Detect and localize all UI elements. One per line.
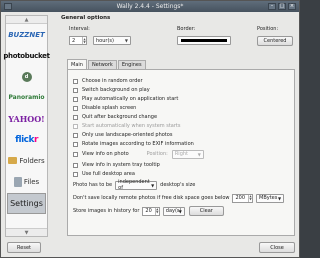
sidebar-settings-label: Settings (10, 199, 43, 208)
chevron-down-icon: ▼ (277, 195, 282, 201)
option-quit-after[interactable]: Quit after background change (73, 113, 157, 121)
history-unit-select[interactable]: day(s) ▼ (162, 206, 185, 216)
checkbox[interactable] (73, 123, 78, 129)
sidebar-scroll-down-icon[interactable]: ▼ (6, 228, 47, 236)
disk-space-unit-select[interactable]: MBytes ▼ (256, 193, 285, 203)
border-color-button[interactable] (177, 36, 231, 45)
option-random-order[interactable]: Choose in random order (73, 77, 143, 85)
chevron-down-icon: ▼ (197, 151, 201, 157)
option-switch-background[interactable]: Switch background on play (73, 86, 150, 94)
option-rotate-exif[interactable]: Rotate images according to EXIF informat… (73, 140, 194, 148)
position-button[interactable]: Centered (257, 36, 293, 46)
maximize-button[interactable]: □ (278, 3, 286, 10)
chevron-down-icon: ▼ (124, 38, 128, 43)
checkbox[interactable] (73, 171, 78, 177)
reset-button[interactable]: Reset (7, 242, 41, 253)
deviantart-logo-icon: d (21, 71, 32, 82)
window-menu-button[interactable] (4, 3, 12, 10)
flickr-logo: flickr (15, 134, 38, 145)
photo-size-row: Photo has to be independent of ▼ desktop'… (73, 179, 196, 191)
disk-space-row: Don't save locally remote photos if free… (73, 193, 285, 203)
history-days-spinner[interactable]: 20 ▲ ▼ (142, 206, 160, 216)
option-view-info[interactable]: View info on photo Position: Right ▼ (73, 149, 204, 159)
minimize-button[interactable]: – (268, 3, 276, 10)
sidebar-scroll-up-icon[interactable]: ▲ (6, 16, 47, 24)
yahoo-logo: YAHOO! (8, 113, 45, 124)
sidebar-item-panoramio[interactable]: Panoramio (6, 87, 47, 108)
title-bar[interactable]: Wally 2.4.4 - Settings* – □ × (1, 1, 299, 12)
option-play-auto[interactable]: Play automatically on application start (73, 95, 178, 103)
option-disable-splash[interactable]: Disable splash screen (73, 104, 136, 112)
panoramio-logo: Panoramio (8, 94, 45, 101)
option-full-desktop[interactable]: Use full desktop area (73, 170, 135, 178)
source-sidebar: ▲ BUZZNET photobucket d Panoramio YAHOO!… (3, 15, 50, 237)
sidebar-item-settings[interactable]: Settings (7, 193, 46, 214)
tab-network[interactable]: Network (87, 60, 117, 69)
sidebar-item-files[interactable]: Files (6, 171, 47, 192)
chevron-down-icon: ▼ (151, 182, 155, 188)
settings-window: Wally 2.4.4 - Settings* – □ × ▲ BUZZNET … (0, 0, 300, 258)
option-landscape-only[interactable]: Only use landscape-oriented photos (73, 131, 172, 139)
sidebar-item-yahoo[interactable]: YAHOO! (6, 108, 47, 129)
interval-label: Interval: (69, 26, 90, 32)
interval-spinner[interactable]: 2 ▲ ▼ (69, 36, 87, 45)
general-options-title: General options (61, 15, 111, 21)
disk-space-spinner[interactable]: 200 ▲ ▼ (232, 193, 254, 203)
main-tab-panel: Choose in random order Switch background… (67, 69, 295, 236)
border-label: Border: (177, 26, 196, 32)
close-window-button[interactable]: × (288, 3, 296, 10)
close-button[interactable]: Close (259, 242, 295, 253)
sidebar-folders-label: Folders (19, 156, 45, 165)
tab-main[interactable]: Main (67, 59, 87, 69)
checkbox[interactable] (73, 87, 78, 93)
chevron-down-icon: ▼ (178, 208, 182, 214)
checkbox[interactable] (73, 96, 78, 102)
files-icon (13, 176, 22, 187)
info-position-label: Position: (146, 151, 168, 157)
photo-size-select[interactable]: independent of ▼ (115, 179, 158, 191)
option-start-auto[interactable]: Start automatically when system starts (73, 122, 181, 130)
checkbox[interactable] (73, 78, 78, 84)
sidebar-item-photobucket[interactable]: photobucket (3, 45, 50, 66)
sidebar-item-buzznet[interactable]: BUZZNET (6, 24, 47, 45)
checkbox[interactable] (73, 141, 78, 147)
folder-icon (8, 157, 18, 164)
spinner-arrows-icon[interactable]: ▲ ▼ (154, 207, 159, 215)
checkbox[interactable] (73, 162, 78, 168)
interval-unit-select[interactable]: hour(s) ▼ (93, 36, 131, 45)
sidebar-item-folders[interactable]: Folders (6, 150, 47, 171)
settings-tabs: Main Network Engines (67, 59, 147, 69)
checkbox[interactable] (73, 132, 78, 138)
window-title: Wally 2.4.4 - Settings* (116, 3, 184, 10)
photobucket-logo: photobucket (3, 51, 50, 60)
option-tray-tooltip[interactable]: View info in system tray tooltip (73, 161, 160, 169)
spinner-arrows-icon[interactable]: ▲ ▼ (248, 194, 252, 202)
tab-engines[interactable]: Engines (117, 60, 146, 69)
checkbox[interactable] (73, 114, 78, 120)
spinner-arrows-icon[interactable]: ▲ ▼ (82, 37, 86, 44)
clear-history-button[interactable]: Clear (188, 206, 224, 216)
buzznet-logo: BUZZNET (8, 30, 45, 39)
sidebar-item-flickr[interactable]: flickr (6, 129, 47, 150)
checkbox[interactable] (73, 105, 78, 111)
history-row: Store images in history for 20 ▲ ▼ day(s) ▼… (73, 206, 224, 216)
border-color-swatch (181, 39, 227, 42)
sidebar-item-deviantart[interactable]: d (6, 66, 47, 87)
position-label: Position: (257, 26, 279, 32)
checkbox[interactable] (73, 151, 78, 157)
info-position-select[interactable]: Right ▼ (171, 149, 204, 159)
sidebar-files-label: Files (23, 177, 40, 186)
